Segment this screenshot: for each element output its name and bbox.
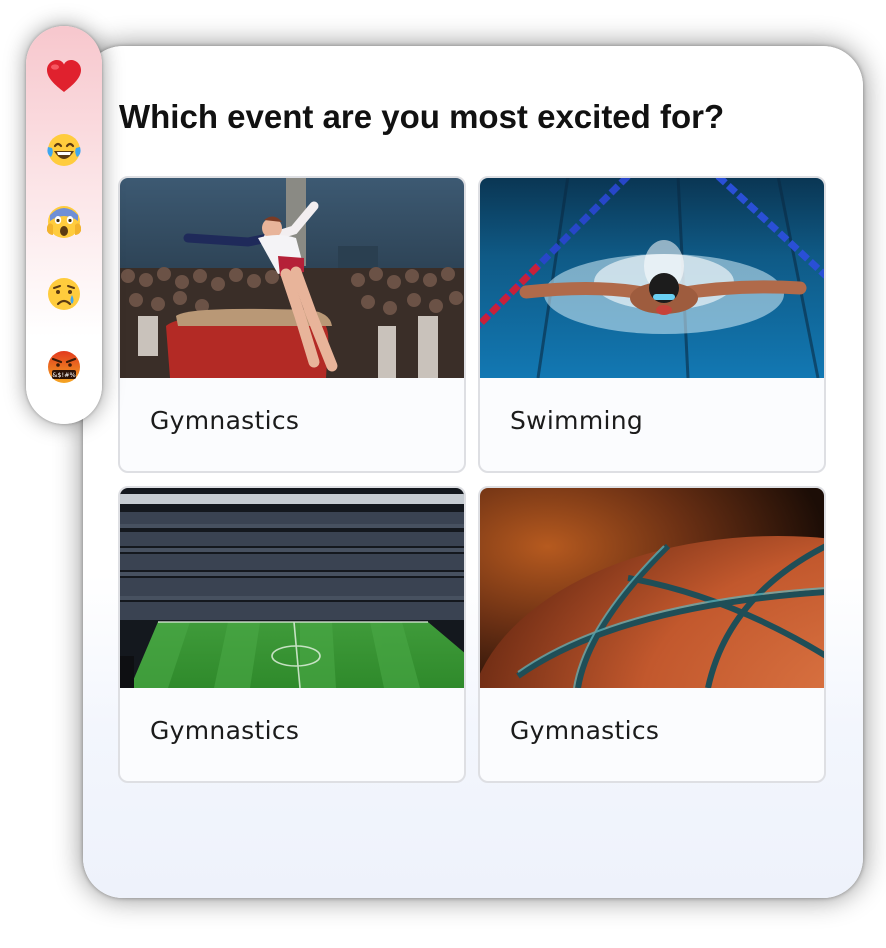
laughing-emoji-button[interactable] [45, 131, 83, 169]
option-label: Gymnastics [150, 716, 300, 745]
butterfly-swimmer-photo [480, 178, 824, 378]
gymnast-vault-photo [120, 178, 464, 378]
cursing-emoji-button[interactable]: &$!#% [45, 348, 83, 386]
heart-emoji-icon [47, 60, 81, 92]
option-label: Gymnastics [150, 406, 300, 435]
cursing-emoji-icon: &$!#% [48, 351, 80, 383]
soccer-stadium-photo [120, 488, 464, 688]
reaction-bar: &$!#% [26, 26, 102, 424]
poll-option-3[interactable]: Gymnastics [118, 486, 466, 783]
crying-emoji-button[interactable] [45, 275, 83, 313]
screaming-emoji-icon [47, 206, 81, 238]
poll-option-4[interactable]: Gymnastics [478, 486, 826, 783]
basketball-closeup-photo [480, 488, 824, 688]
poll-question: Which event are you most excited for? [119, 98, 725, 135]
heart-emoji-button[interactable] [45, 58, 83, 96]
option-label: Swimming [510, 406, 644, 435]
poll-option-1[interactable]: Gymnastics [118, 176, 466, 473]
poll-card: Which event are you most excited for? Gy… [83, 46, 863, 898]
screaming-emoji-button[interactable] [45, 203, 83, 241]
poll-option-2[interactable]: Swimming [478, 176, 826, 473]
crying-emoji-icon [48, 278, 80, 310]
laughing-tears-emoji-icon [47, 134, 81, 166]
cursing-symbols: &$!#% [52, 371, 75, 379]
stage: Which event are you most excited for? Gy… [0, 0, 886, 948]
option-label: Gymnastics [510, 716, 660, 745]
